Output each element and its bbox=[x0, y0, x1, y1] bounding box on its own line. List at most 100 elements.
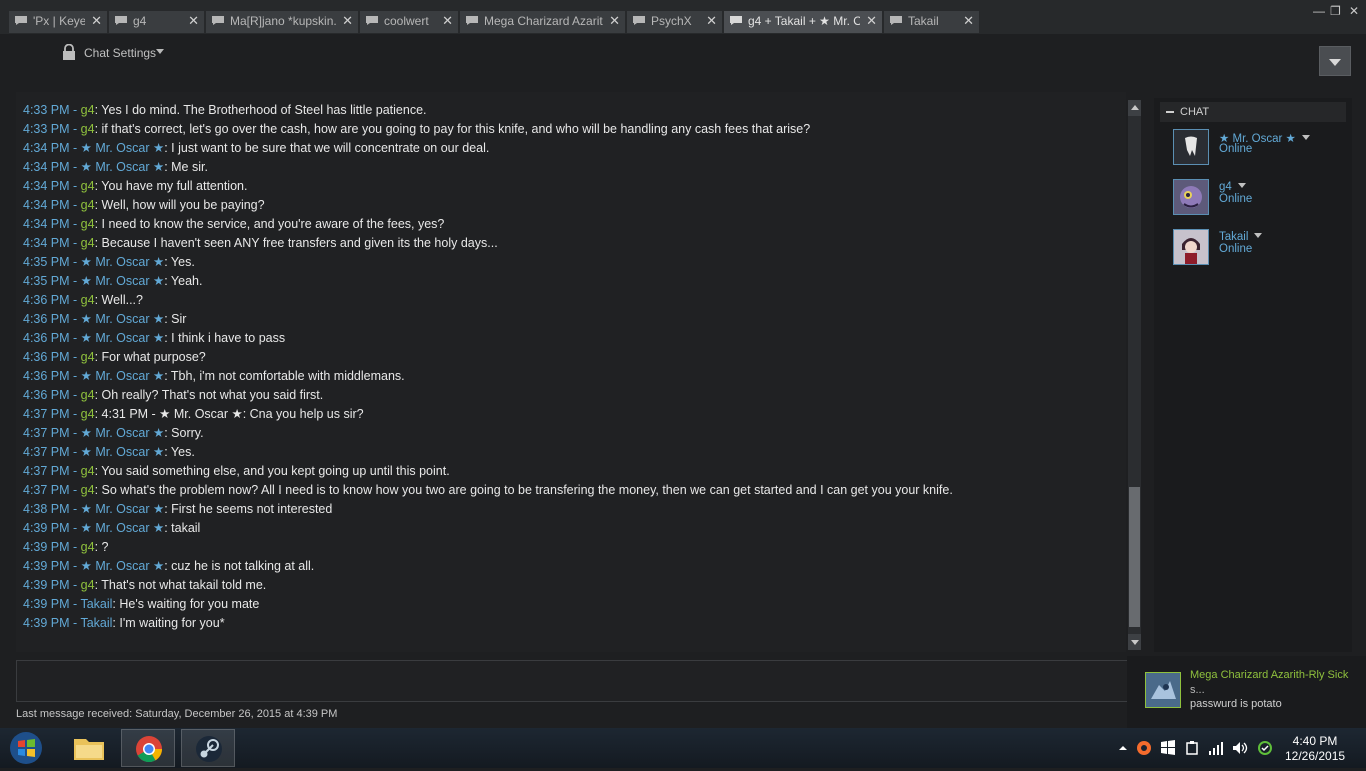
chat-settings-button[interactable]: Chat Settings bbox=[84, 46, 156, 60]
message-author[interactable]: ★ Mr. Oscar ★ bbox=[81, 160, 165, 174]
message-scrollbar[interactable] bbox=[1128, 100, 1141, 650]
avatar[interactable] bbox=[1173, 129, 1209, 165]
chat-message: 4:36 PM - ★ Mr. Oscar ★: I think i have … bbox=[23, 329, 1123, 348]
tab-marjano[interactable]: Ma[R]jano *kupskin.pl ✕ bbox=[206, 11, 358, 33]
chat-message: 4:34 PM - ★ Mr. Oscar ★: I just want to … bbox=[23, 139, 1123, 158]
tab-close-icon[interactable]: ✕ bbox=[866, 13, 877, 29]
member-mr-oscar[interactable]: ★ Mr. Oscar ★ Online bbox=[1173, 129, 1348, 169]
member-takail[interactable]: Takail Online bbox=[1173, 229, 1348, 269]
minimize-button[interactable]: — bbox=[1313, 4, 1325, 18]
system-clock[interactable]: 4:40 PM 12/26/2015 bbox=[1285, 734, 1345, 764]
message-author[interactable]: Takail bbox=[80, 616, 112, 630]
message-author[interactable]: g4 bbox=[81, 464, 95, 478]
message-author[interactable]: g4 bbox=[81, 407, 95, 421]
message-author[interactable]: ★ Mr. Oscar ★ bbox=[81, 274, 165, 288]
message-author[interactable]: ★ Mr. Oscar ★ bbox=[81, 445, 165, 459]
tab-takail[interactable]: Takail ✕ bbox=[884, 11, 979, 33]
scrollbar-thumb[interactable] bbox=[1129, 487, 1140, 627]
avatar[interactable] bbox=[1173, 229, 1209, 265]
show-hidden-icons-icon[interactable] bbox=[1115, 740, 1131, 756]
chrome-taskbar-button[interactable] bbox=[121, 729, 175, 767]
message-author[interactable]: ★ Mr. Oscar ★ bbox=[81, 502, 165, 516]
message-notification-toast[interactable]: Mega Charizard Azarith-Rly Sick s... pas… bbox=[1127, 656, 1366, 730]
collapse-icon[interactable] bbox=[1166, 111, 1174, 113]
volume-icon[interactable] bbox=[1232, 740, 1248, 756]
notification-subtitle: s... bbox=[1190, 684, 1205, 696]
message-input[interactable] bbox=[16, 660, 1131, 702]
chevron-down-icon[interactable] bbox=[1301, 135, 1310, 140]
message-author[interactable]: ★ Mr. Oscar ★ bbox=[81, 559, 165, 573]
message-author[interactable]: g4 bbox=[81, 293, 95, 307]
message-history[interactable]: 4:33 PM - g4: Yes I do mind. The Brother… bbox=[16, 92, 1126, 652]
tab-close-icon[interactable]: ✕ bbox=[706, 13, 717, 29]
windows-logo-icon[interactable] bbox=[1160, 740, 1176, 756]
message-author[interactable]: g4 bbox=[81, 122, 95, 136]
message-author[interactable]: g4 bbox=[81, 236, 95, 250]
origin-icon[interactable] bbox=[1136, 740, 1152, 756]
message-timestamp: 4:37 PM bbox=[23, 445, 70, 459]
scroll-up-arrow-icon[interactable] bbox=[1128, 100, 1141, 116]
tab-g4[interactable]: g4 ✕ bbox=[109, 11, 204, 33]
member-g4[interactable]: g4 Online bbox=[1173, 179, 1348, 219]
scroll-down-arrow-icon[interactable] bbox=[1128, 634, 1141, 650]
message-author[interactable]: g4 bbox=[81, 103, 95, 117]
message-author[interactable]: g4 bbox=[81, 388, 95, 402]
tab-close-icon[interactable]: ✕ bbox=[188, 13, 199, 29]
tab-px-keyes[interactable]: 'Px | Keyes ✕ bbox=[9, 11, 107, 33]
message-author[interactable]: g4 bbox=[81, 578, 95, 592]
tab-close-icon[interactable]: ✕ bbox=[91, 13, 102, 29]
message-text: : cuz he is not talking at all. bbox=[164, 559, 315, 573]
message-author[interactable]: g4 bbox=[81, 350, 95, 364]
message-text: : takail bbox=[164, 521, 201, 535]
message-separator: - bbox=[69, 407, 81, 421]
member-name[interactable]: g4 bbox=[1219, 181, 1246, 193]
member-status: Online bbox=[1219, 243, 1253, 255]
tab-close-icon[interactable]: ✕ bbox=[609, 13, 620, 29]
message-author[interactable]: ★ Mr. Oscar ★ bbox=[81, 141, 165, 155]
tab-close-icon[interactable]: ✕ bbox=[342, 13, 353, 29]
network-signal-icon[interactable] bbox=[1208, 740, 1224, 756]
steam-taskbar-button[interactable] bbox=[181, 729, 235, 767]
tab-psychx[interactable]: PsychX ✕ bbox=[627, 11, 722, 33]
tab-close-icon[interactable]: ✕ bbox=[442, 13, 453, 29]
message-author[interactable]: g4 bbox=[81, 217, 95, 231]
message-separator: - bbox=[69, 141, 81, 155]
restore-button[interactable]: ❐ bbox=[1330, 4, 1341, 18]
usb-device-icon[interactable] bbox=[1184, 740, 1200, 756]
member-name[interactable]: Takail bbox=[1219, 231, 1263, 243]
chat-menu-dropdown-button[interactable] bbox=[1319, 46, 1351, 76]
message-text: : 4:31 PM - ★ Mr. Oscar ★: Cna you help … bbox=[94, 407, 364, 421]
message-author[interactable]: ★ Mr. Oscar ★ bbox=[81, 331, 165, 345]
message-author[interactable]: ★ Mr. Oscar ★ bbox=[81, 312, 165, 326]
avatar[interactable] bbox=[1173, 179, 1209, 215]
tab-mega-charizard[interactable]: Mega Charizard Azarit... ✕ bbox=[460, 11, 625, 33]
chevron-down-icon[interactable] bbox=[156, 49, 164, 54]
message-text: : Yeah. bbox=[164, 274, 203, 288]
message-author[interactable]: ★ Mr. Oscar ★ bbox=[81, 521, 165, 535]
close-window-button[interactable]: ✕ bbox=[1349, 4, 1359, 18]
title-bar: 'Px | Keyes ✕ g4 ✕ Ma[R]jano *kupskin.pl… bbox=[0, 0, 1366, 34]
message-author[interactable]: ★ Mr. Oscar ★ bbox=[81, 369, 165, 383]
file-explorer-taskbar-button[interactable] bbox=[62, 729, 116, 767]
message-author[interactable]: ★ Mr. Oscar ★ bbox=[81, 426, 165, 440]
chevron-down-icon[interactable] bbox=[1237, 183, 1246, 188]
member-status: Online bbox=[1219, 193, 1253, 205]
message-author[interactable]: g4 bbox=[81, 179, 95, 193]
tab-coolwert[interactable]: coolwert ✕ bbox=[360, 11, 458, 33]
tab-close-icon[interactable]: ✕ bbox=[963, 13, 974, 29]
message-separator: - bbox=[69, 217, 81, 231]
message-author[interactable]: ★ Mr. Oscar ★ bbox=[81, 255, 165, 269]
message-author[interactable]: Takail bbox=[80, 597, 112, 611]
action-center-icon[interactable] bbox=[1257, 740, 1273, 756]
notification-sender: Mega Charizard Azarith-Rly Sick bbox=[1190, 669, 1349, 681]
chat-header: Chat Settings bbox=[0, 34, 1366, 92]
tab-group-chat[interactable]: g4 + Takail + ★ Mr. O... ✕ bbox=[724, 11, 882, 33]
message-separator: - bbox=[69, 483, 81, 497]
members-header[interactable]: CHAT bbox=[1160, 102, 1346, 122]
message-author[interactable]: g4 bbox=[81, 483, 95, 497]
windows-start-icon[interactable] bbox=[6, 730, 46, 766]
message-separator: - bbox=[69, 103, 81, 117]
message-author[interactable]: g4 bbox=[81, 198, 95, 212]
message-author[interactable]: g4 bbox=[81, 540, 95, 554]
chevron-down-icon[interactable] bbox=[1254, 233, 1263, 238]
